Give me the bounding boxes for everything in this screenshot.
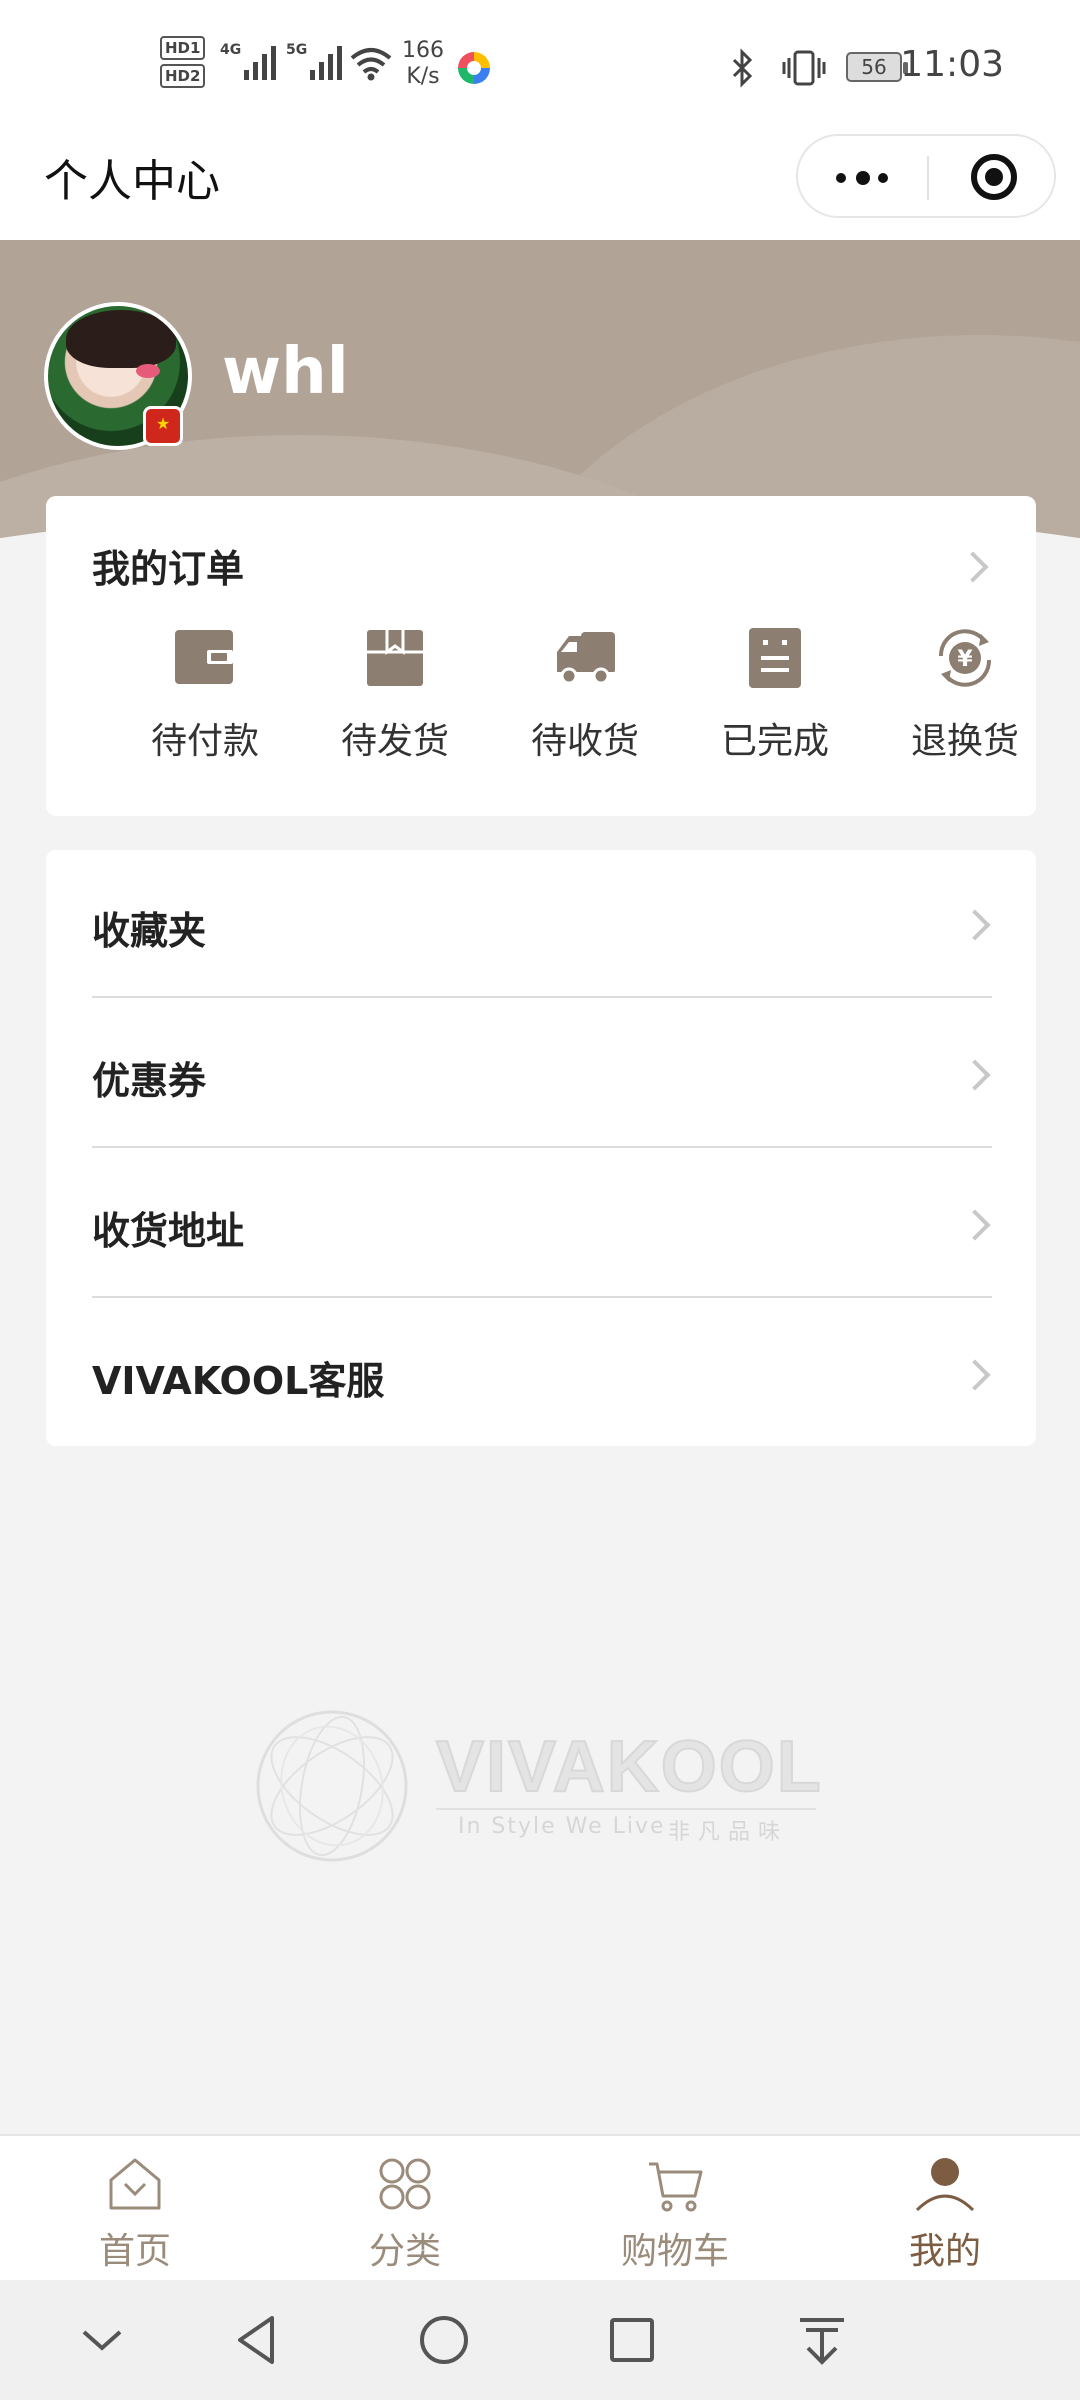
net-speed: 166 K/s: [402, 38, 444, 90]
home-circle-icon[interactable]: [412, 2308, 476, 2372]
package-icon: [367, 630, 423, 686]
brand-rule: [436, 1808, 816, 1810]
more-dot-icon: [856, 171, 870, 185]
orders-card: 我的订单 待付款 待发货 待收货 已完成 ¥ 退换货: [46, 496, 1036, 816]
order-item-label: 待收货: [530, 721, 639, 762]
order-returns[interactable]: ¥ 退换货: [870, 626, 1060, 764]
yuan-exchange-icon: ¥: [938, 629, 992, 687]
avatar-lips: [136, 364, 160, 378]
app-notification-icon: [458, 52, 490, 84]
brand-logo-icon: [256, 1710, 408, 1862]
hd1-badge: HD1: [160, 36, 206, 60]
tab-label: 首页: [98, 2231, 171, 2272]
svg-text:¥: ¥: [957, 647, 973, 672]
menu-item-label: 收货地址: [92, 1209, 245, 1253]
notification-pulldown-icon[interactable]: [790, 2308, 854, 2372]
receipt-icon: [749, 628, 801, 688]
page-title: 个人中心: [44, 156, 220, 207]
more-options-button[interactable]: [798, 136, 926, 216]
order-item-label: 已完成: [720, 721, 829, 762]
menu-item-label: 收藏夹: [92, 909, 207, 953]
brand-name: VIVAKOOL: [435, 1726, 823, 1808]
tab-label: 我的: [908, 2231, 981, 2272]
tab-profile[interactable]: 我的: [810, 2136, 1080, 2282]
chevron-right-icon: [959, 1059, 991, 1091]
order-pending-receipt[interactable]: 待收货: [490, 626, 680, 764]
avatar-hair: [66, 310, 176, 368]
more-dot-icon: [836, 173, 846, 183]
chevron-right-icon: [959, 1209, 991, 1241]
chevron-down-icon[interactable]: [70, 2308, 134, 2372]
tab-home[interactable]: 首页: [0, 2136, 270, 2282]
cart-icon: [649, 2162, 703, 2212]
flag-badge-icon: ★: [143, 406, 183, 446]
target-dot-icon: [985, 168, 1003, 186]
username[interactable]: whl: [222, 332, 349, 412]
divider: [92, 996, 992, 998]
category-icon: [379, 2158, 431, 2210]
hd-indicator: HD1 HD2: [160, 36, 206, 92]
chevron-right-icon: [959, 1359, 991, 1391]
sim2-network-type: 5G: [286, 42, 308, 58]
divider: [92, 1146, 992, 1148]
vibrate-icon: [782, 50, 826, 86]
net-speed-value: 166: [402, 38, 444, 63]
bottom-tab-bar: 首页 分类 购物车 我的: [0, 2134, 1080, 2280]
brand-watermark: VIVAKOOL In Style We Live 非凡品味: [254, 1706, 854, 1866]
nav-header: 个人中心: [0, 130, 1080, 240]
menu-card: 收藏夹 优惠券 收货地址 VIVAKOOL客服: [46, 850, 1036, 1446]
order-item-label: 退换货: [910, 721, 1019, 762]
chevron-right-icon[interactable]: [957, 551, 989, 583]
tab-category[interactable]: 分类: [270, 2136, 540, 2282]
close-mini-program-button[interactable]: [929, 136, 1057, 216]
order-item-label: 待付款: [150, 721, 259, 762]
brand-tagline: In Style We Live: [458, 1814, 666, 1839]
battery-indicator: 56: [846, 52, 908, 82]
menu-item-label: 优惠券: [92, 1059, 207, 1103]
profile-icon: [915, 2158, 975, 2212]
hd2-badge: HD2: [160, 64, 206, 88]
wifi-icon: [350, 48, 392, 81]
order-pending-payment[interactable]: 待付款: [110, 626, 300, 764]
menu-item-customer-service[interactable]: VIVAKOOL客服: [92, 1300, 992, 1448]
brand-tagline-cn: 非凡品味: [668, 1820, 789, 1845]
signal-bars-icon: [310, 46, 342, 80]
recent-apps-icon[interactable]: [600, 2308, 664, 2372]
menu-item-coupons[interactable]: 优惠券: [92, 1000, 992, 1148]
tab-label: 分类: [368, 2231, 441, 2272]
more-dot-icon: [878, 173, 888, 183]
net-speed-unit: K/s: [406, 64, 440, 89]
divider: [92, 1296, 992, 1298]
signal-bars-icon: [244, 46, 276, 80]
back-icon[interactable]: [226, 2308, 290, 2372]
bluetooth-icon: [732, 48, 753, 88]
status-bar: HD1 HD2 4G 5G 166 K/s 56 11:03: [0, 0, 1080, 130]
order-pending-shipment[interactable]: 待发货: [300, 626, 490, 764]
home-icon: [109, 2158, 161, 2210]
truck-icon: [553, 632, 617, 685]
tab-cart[interactable]: 购物车: [540, 2136, 810, 2282]
menu-item-label: VIVAKOOL客服: [92, 1359, 385, 1403]
sim1-network-type: 4G: [220, 42, 242, 58]
mini-program-capsule: [796, 134, 1056, 218]
order-completed[interactable]: 已完成: [680, 626, 870, 764]
chevron-right-icon: [959, 909, 991, 941]
system-nav-bar: [0, 2280, 1080, 2400]
menu-item-favorites[interactable]: 收藏夹: [92, 850, 992, 998]
tab-label: 购物车: [620, 2231, 729, 2272]
status-time: 11:03: [900, 44, 1004, 85]
wallet-icon: [175, 630, 233, 684]
menu-item-address[interactable]: 收货地址: [92, 1150, 992, 1298]
orders-title[interactable]: 我的订单: [92, 538, 244, 593]
order-item-label: 待发货: [340, 721, 449, 762]
